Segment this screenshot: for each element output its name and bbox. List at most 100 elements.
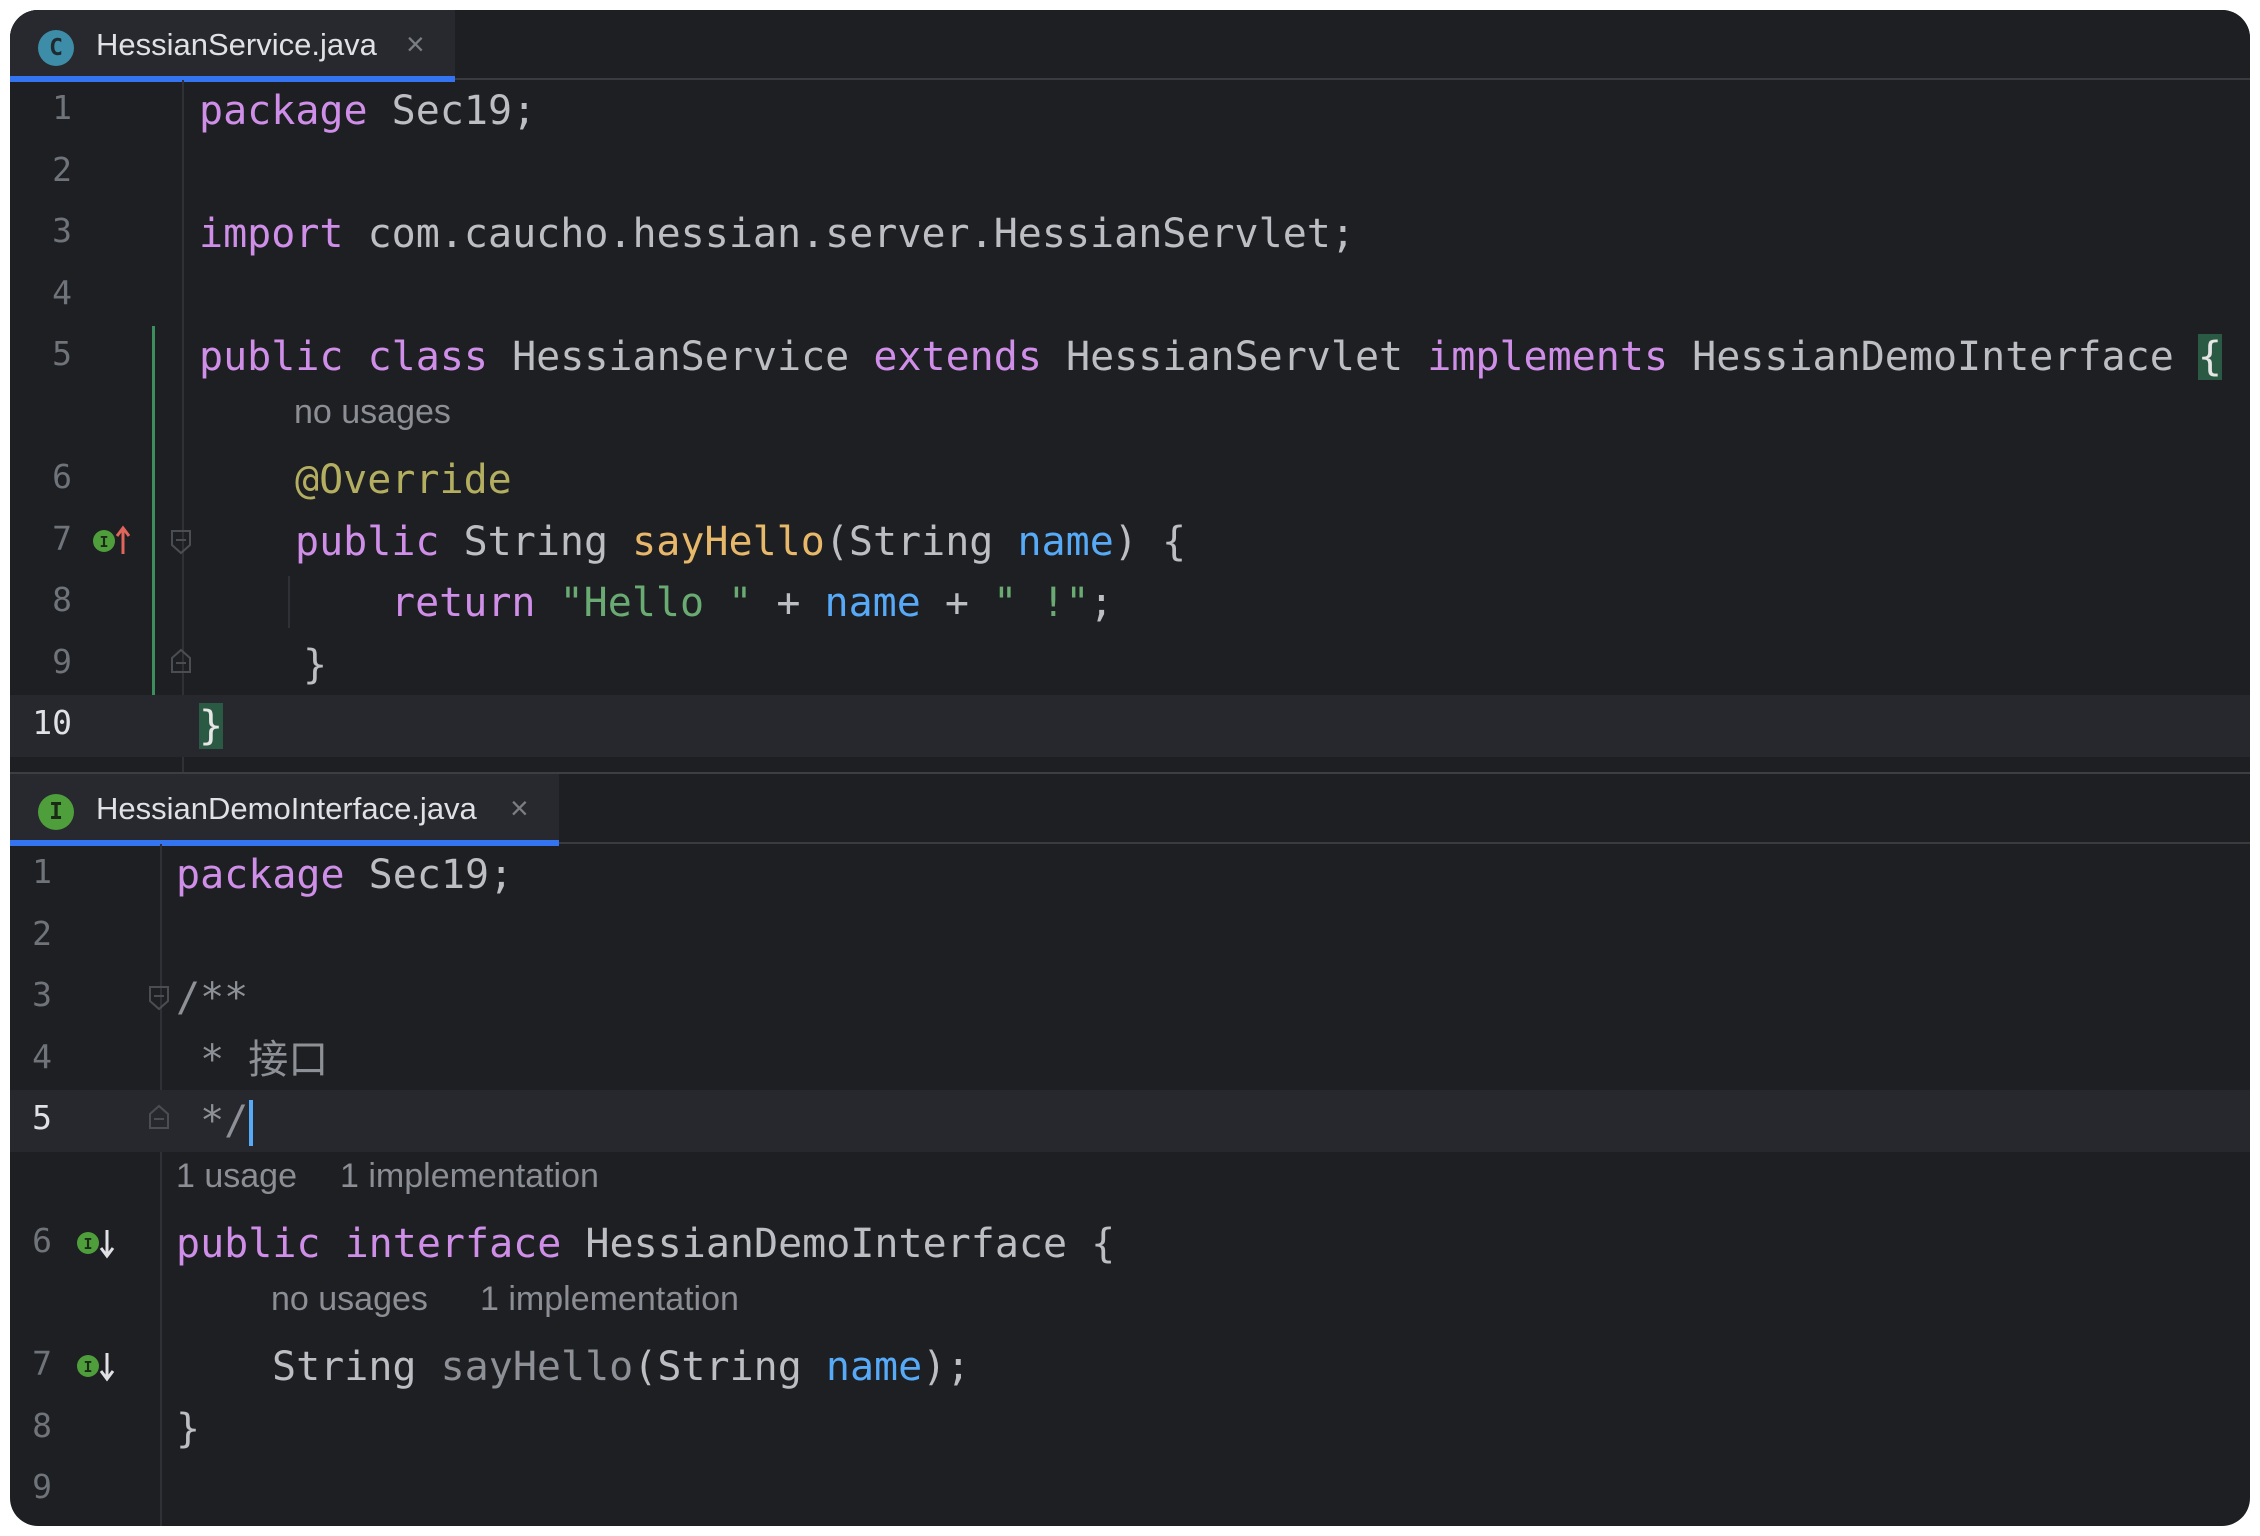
line-number: 8 [32, 1406, 52, 1445]
code-line: 5 public class HessianService extends He… [10, 326, 2250, 388]
class-name: HessianService [488, 334, 874, 380]
punctuation: ; [1089, 580, 1114, 626]
method-name: sayHello [632, 519, 825, 565]
keyword: import [199, 211, 344, 257]
matched-brace: { [2197, 334, 2222, 380]
current-line: 10 } [10, 695, 2250, 757]
code-line: 8 } [10, 1398, 2250, 1460]
tab-hessian-demo-interface[interactable]: I HessianDemoInterface.java × [10, 774, 559, 846]
doc-comment: * 接口 [176, 1037, 329, 1083]
code-line: 3 /** [10, 967, 2250, 1029]
line-number: 9 [32, 1467, 52, 1506]
code-line: 6 @Override [10, 449, 2250, 511]
keyword: return [391, 580, 536, 626]
line-number: 9 [52, 642, 72, 681]
top-tab-bar: C HessianService.java × [10, 10, 2250, 82]
keyword: implements [1427, 334, 1669, 380]
package-name: Sec19; [344, 852, 514, 898]
svg-text:I: I [83, 1235, 92, 1253]
usages-hint[interactable]: no usages [271, 1280, 428, 1319]
code-line: 2 [10, 142, 2250, 204]
keyword: interface [344, 1221, 562, 1267]
closing-brace: } [303, 642, 328, 688]
svg-text:I: I [83, 1358, 92, 1376]
usages-hint[interactable]: 1 usage [176, 1157, 297, 1196]
top-editor-pane: C HessianService.java × 1 package Sec19;… [10, 10, 2250, 772]
line-number: 2 [52, 150, 72, 189]
ide-window: C HessianService.java × 1 package Sec19;… [10, 10, 2250, 1526]
bottom-code-editor[interactable]: 1 package Sec19; 2 3 /** 4 * 接口 5 */ 1 u… [10, 844, 2250, 1526]
fold-end-icon[interactable] [170, 648, 192, 674]
implementations-hint[interactable]: 1 implementation [480, 1280, 739, 1319]
implements-method-up-icon[interactable]: I [90, 521, 136, 561]
tab-title: HessianDemoInterface.java [96, 791, 477, 826]
implemented-method-down-icon[interactable]: I [74, 1346, 120, 1386]
type-name: String [272, 1344, 441, 1390]
code-line: 4 [10, 265, 2250, 327]
keyword: public [176, 1221, 321, 1267]
line-number: 3 [32, 975, 52, 1014]
line-number: 3 [52, 211, 72, 250]
close-icon[interactable]: × [406, 26, 425, 63]
punctuation: ) { [1113, 519, 1187, 565]
current-line: 5 */ [10, 1090, 2250, 1152]
keyword: public [199, 334, 344, 380]
tab-hessian-service[interactable]: C HessianService.java × [10, 10, 455, 82]
keyword: public [295, 519, 440, 565]
param-type: (String [824, 519, 1018, 565]
code-line: 7 I String sayHello(String name); [10, 1336, 2250, 1398]
annotation: @Override [295, 457, 512, 503]
param-type: (String [633, 1344, 826, 1390]
interface-name: HessianDemoInterface { [561, 1221, 1116, 1267]
code-line: 9 } [10, 634, 2250, 696]
code-line: 1 package Sec19; [10, 80, 2250, 142]
line-number: 4 [32, 1037, 52, 1076]
class-file-icon: C [38, 30, 74, 66]
line-number: 7 [32, 1344, 52, 1383]
package-name: Sec19; [367, 88, 537, 134]
import-path: com.caucho.hessian.server.HessianServlet… [343, 211, 1355, 257]
code-line: 4 * 接口 [10, 1029, 2250, 1091]
svg-text:I: I [99, 533, 108, 551]
keyword: class [367, 334, 489, 380]
implemented-interface-down-icon[interactable]: I [74, 1223, 120, 1263]
top-code-editor[interactable]: 1 package Sec19; 2 3 import com.caucho.h… [10, 80, 2250, 772]
line-number: 1 [32, 852, 52, 891]
string-literal: "Hello " [559, 580, 753, 626]
line-number: 4 [52, 273, 72, 312]
close-icon[interactable]: × [510, 790, 529, 827]
code-line: 2 [10, 906, 2250, 968]
line-number: 10 [32, 703, 72, 742]
line-number: 1 [52, 88, 72, 127]
line-number: 5 [32, 1098, 52, 1137]
bottom-editor-pane: I HessianDemoInterface.java × 1 package … [10, 774, 2250, 1526]
interface-name: HessianDemoInterface [1668, 334, 2198, 380]
line-number: 6 [32, 1221, 52, 1260]
implementations-hint[interactable]: 1 implementation [340, 1157, 599, 1196]
line-number: 5 [52, 334, 72, 373]
fold-icon[interactable] [170, 529, 192, 555]
fold-end-icon[interactable] [148, 1104, 170, 1130]
fold-icon[interactable] [148, 985, 170, 1011]
usages-hint[interactable]: no usages [294, 393, 451, 432]
doc-comment: */ [176, 1098, 249, 1144]
punctuation: ); [922, 1344, 971, 1390]
code-line: 8 return "Hello " + name + " !"; [10, 572, 2250, 634]
param-name: name [825, 1344, 923, 1390]
keyword: package [199, 88, 368, 134]
interface-file-icon: I [38, 794, 74, 830]
operator: + [752, 580, 825, 626]
closing-brace: } [176, 1406, 201, 1452]
keyword: package [176, 852, 345, 898]
param-name: name [824, 580, 921, 626]
code-line: 3 import com.caucho.hessian.server.Hessi… [10, 203, 2250, 265]
superclass-name: HessianServlet [1041, 334, 1428, 380]
keyword: extends [873, 334, 1042, 380]
line-number: 8 [52, 580, 72, 619]
operator: + [920, 580, 994, 626]
line-number: 2 [32, 914, 52, 953]
bottom-tab-bar: I HessianDemoInterface.java × [10, 774, 2250, 846]
code-line: 7 I public String sayHello(String name) … [10, 511, 2250, 573]
code-line: 1 package Sec19; [10, 844, 2250, 906]
tab-title: HessianService.java [96, 27, 377, 62]
